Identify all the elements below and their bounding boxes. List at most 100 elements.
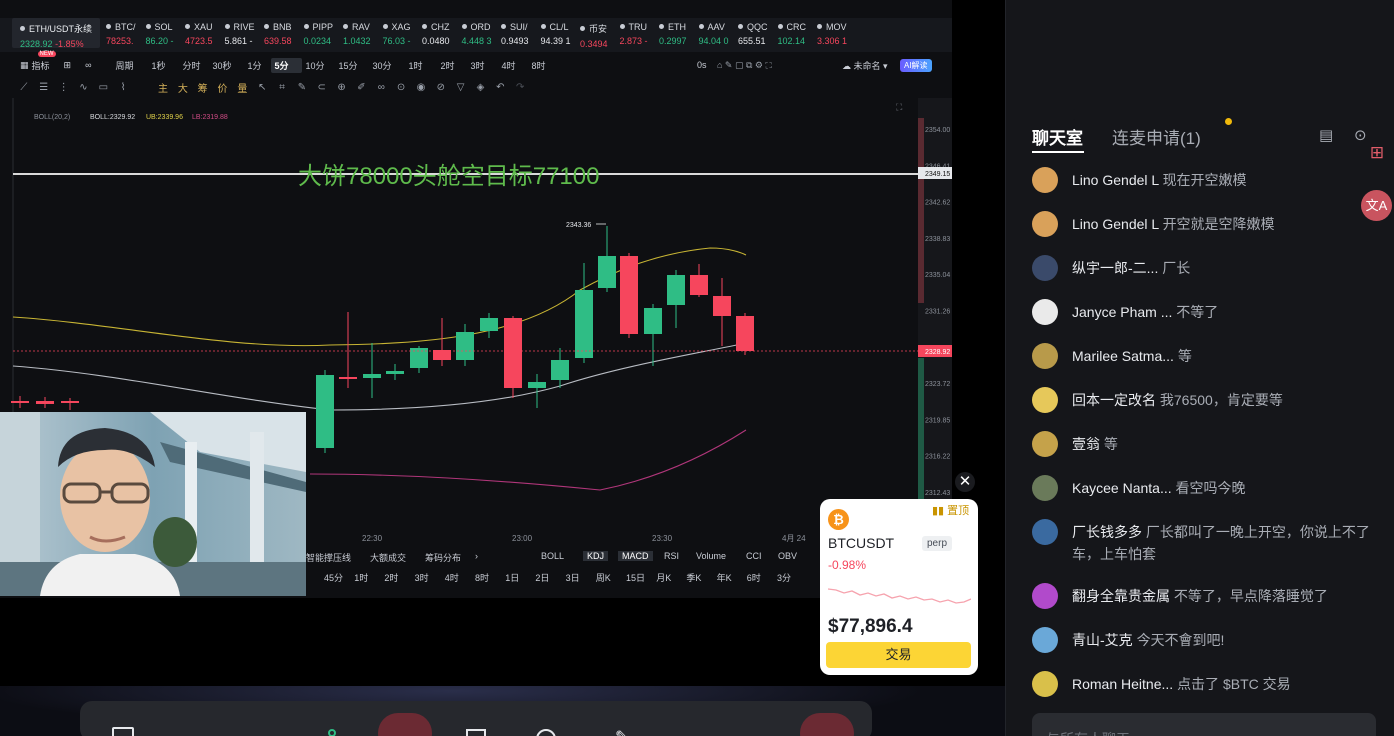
screen-share-icon[interactable] [112, 727, 134, 736]
avatar[interactable] [1032, 343, 1058, 369]
trash-icon[interactable]: ⊘ [431, 82, 451, 93]
bottom-tf-1[interactable]: 1时 [354, 571, 368, 584]
ticker-item[interactable]: SUI/0.9493 [501, 18, 541, 52]
clock-icon[interactable] [536, 729, 556, 736]
ticker-item[interactable]: TRU 2.873 - [619, 18, 660, 52]
bottom-tf-8[interactable]: 3日 [566, 571, 580, 584]
bottom-tf-15[interactable]: 3分 [777, 571, 791, 584]
indicator-tab-4[interactable]: KDJ [583, 551, 609, 561]
end-live-button[interactable] [800, 713, 854, 736]
indicator-tab-7[interactable]: Volume [696, 551, 726, 561]
brush-icon[interactable]: ✐ [352, 82, 372, 93]
magnet-icon[interactable]: ⊂ [312, 82, 332, 93]
trade-button[interactable]: 交易 [826, 642, 971, 668]
timeframe-5[interactable]: 10分 [302, 58, 335, 73]
ticker-item[interactable]: XAU 4723.5 [185, 18, 225, 52]
bottom-tf-4[interactable]: 4时 [445, 571, 459, 584]
more-indicators-icon[interactable]: › [475, 551, 478, 561]
line-tool-icon[interactable]: ⟋ [14, 82, 34, 93]
chat-username[interactable]: Lino Gendel L [1072, 216, 1159, 232]
chat-username[interactable]: 厂长钱多多 [1072, 524, 1142, 540]
mail-icon[interactable] [466, 729, 486, 736]
main-icon[interactable]: 主 [153, 80, 173, 95]
timeframe-0[interactable]: 1秒 [148, 58, 179, 73]
avatar[interactable] [1032, 475, 1058, 501]
chat-username[interactable]: 纵宇一郎-二... [1072, 260, 1158, 276]
toolbar-icons[interactable]: ⌂ ✎ ▢ ⧉ ⚙ ⛶ [717, 60, 772, 71]
indicator-tab-8[interactable]: CCI [746, 551, 762, 561]
close-card-button[interactable]: ✕ [955, 472, 975, 492]
layers-icon[interactable]: ◈ [471, 82, 491, 93]
ticker-item[interactable]: 币安 0.3494 [580, 18, 620, 52]
settings-icon[interactable]: ⊙ [1354, 126, 1367, 144]
eye-icon[interactable]: ◉ [411, 82, 431, 93]
ticker-item[interactable]: ORD 4.448 3 [461, 18, 502, 52]
chat-username[interactable]: Marilee Satma... [1072, 348, 1174, 364]
indicator-tab-5[interactable]: MACD [618, 551, 653, 561]
indicator-tab-9[interactable]: OBV [778, 551, 797, 561]
bottom-tf-0[interactable]: 45分 [324, 571, 343, 584]
timeframe-10[interactable]: 3时 [467, 58, 498, 73]
chat-username[interactable]: 青山-艾克 [1072, 632, 1133, 648]
ticker-item[interactable]: PIPP 0.0234 [303, 18, 344, 52]
indicator-button[interactable]: 指标 NEW [32, 50, 56, 72]
timeframe-2[interactable]: 30秒 [209, 58, 244, 73]
indicator-tab-2[interactable]: 筹码分布 [425, 551, 461, 564]
indicator-tab-1[interactable]: 大额成交 [370, 551, 406, 564]
apps-icon[interactable]: ⊞ [1364, 140, 1390, 166]
large-icon[interactable]: 大 [173, 80, 193, 95]
undo-icon[interactable]: ↶ [490, 82, 510, 93]
bottom-tf-7[interactable]: 2日 [535, 571, 549, 584]
main-pair-ticker[interactable]: ETH/USDT永续 2328.92 -1.85% [12, 18, 101, 49]
ticker-item[interactable]: SOL 86.20 - [145, 18, 186, 52]
pencil-icon[interactable]: ✎ [292, 82, 312, 93]
volume-icon[interactable]: 量 [232, 80, 252, 95]
timeframe-6[interactable]: 15分 [335, 58, 369, 73]
bottom-tf-5[interactable]: 8时 [475, 571, 489, 584]
wave-tool-icon[interactable]: ∿ [74, 82, 94, 93]
timeframe-9[interactable]: 2时 [437, 58, 467, 73]
zoom-icon[interactable]: ⊕ [332, 82, 352, 93]
user-icon[interactable] [328, 729, 336, 736]
hlines-tool-icon[interactable]: ☰ [34, 82, 54, 93]
pen-icon[interactable]: ✎ [615, 727, 628, 736]
avatar[interactable] [1032, 627, 1058, 653]
avatar[interactable] [1032, 167, 1058, 193]
compare-icon[interactable]: ∞ [85, 60, 91, 70]
avatar[interactable] [1032, 583, 1058, 609]
crop-icon[interactable]: ⌗ [272, 82, 292, 93]
chat-username[interactable]: 翻身全靠贵金属 [1072, 588, 1170, 604]
avatar[interactable] [1032, 299, 1058, 325]
ai-analysis-button[interactable]: AI解读 [900, 59, 932, 72]
notes-icon[interactable]: ▤ [1319, 126, 1333, 144]
bottom-tf-3[interactable]: 3时 [415, 571, 429, 584]
tab-mic-requests[interactable]: 连麦申请(1) [1112, 124, 1201, 149]
link-icon[interactable]: ∞ [371, 82, 391, 93]
bottom-tf-12[interactable]: 季K [686, 571, 701, 584]
period-selector[interactable]: 周期 [116, 59, 134, 72]
bottom-tf-11[interactable]: 月K [656, 571, 671, 584]
pin-label[interactable]: ▮▮ 置顶 [932, 502, 969, 518]
avatar[interactable] [1032, 387, 1058, 413]
timeframe-11[interactable]: 4时 [498, 58, 528, 73]
chip-icon[interactable]: 筹 [193, 80, 213, 95]
chat-username[interactable]: 回本一定改名 [1072, 392, 1156, 408]
record-button[interactable] [378, 713, 432, 736]
indicator-tab-3[interactable]: BOLL [541, 551, 564, 561]
chat-username[interactable]: Janyce Pham ... [1072, 304, 1172, 320]
lock-icon[interactable]: ⊙ [391, 82, 411, 93]
fib-tool-icon[interactable]: ⋮ [54, 82, 74, 93]
bottom-tf-13[interactable]: 年K [717, 571, 732, 584]
avatar[interactable] [1032, 255, 1058, 281]
timeframe-3[interactable]: 1分 [244, 58, 271, 73]
price-icon[interactable]: 价 [213, 80, 233, 95]
timeframe-4[interactable]: 5分 [270, 57, 302, 73]
timeframe-1[interactable]: 分时 [179, 58, 209, 73]
layout-name[interactable]: ☁ 未命名 ▾ [842, 59, 888, 72]
redo-icon[interactable]: ↷ [510, 82, 530, 93]
ticker-item[interactable]: XAG 76.03 - [382, 18, 423, 52]
indicator-tab-6[interactable]: RSI [664, 551, 679, 561]
ticker-item[interactable]: AAV 94.04 0 [698, 18, 739, 52]
tab-chat[interactable]: 聊天室 [1032, 124, 1083, 149]
chat-username[interactable]: Roman Heitne... [1072, 676, 1173, 692]
